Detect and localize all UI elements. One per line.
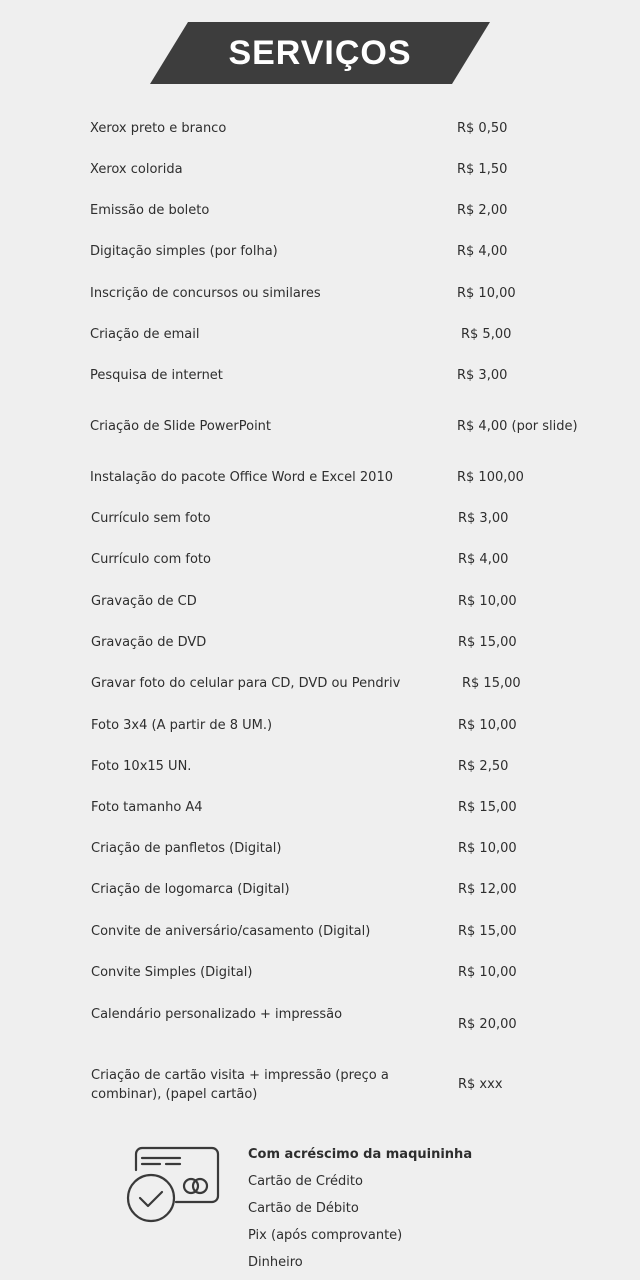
service-name: Instalação do pacote Office Word e Excel… [90, 470, 393, 485]
service-price: R$ 10,00 [458, 965, 517, 980]
service-name: Criação de cartão visita + impressão (pr… [91, 1068, 389, 1102]
service-name: Gravar foto do celular para CD, DVD ou P… [91, 676, 401, 691]
payment-method-cash: Dinheiro [248, 1255, 303, 1270]
service-price: R$ 1,50 [457, 162, 508, 177]
service-name: Criação de Slide PowerPoint [90, 419, 272, 434]
service-name: Xerox preto e branco [90, 121, 227, 136]
service-name: Emissão de boleto [90, 203, 210, 218]
service-name: Foto 3x4 (A partir de 8 UM.) [91, 718, 273, 733]
service-price: R$ 15,00 [458, 924, 517, 939]
page-title: SERVIÇOS [228, 33, 412, 72]
service-price: R$ 15,00 [458, 635, 517, 650]
service-name: Calendário personalizado + impressão [91, 1007, 343, 1022]
service-price: R$ 0,50 [457, 121, 508, 136]
service-name: Currículo sem foto [91, 511, 211, 526]
service-price: R$ 10,00 [457, 286, 516, 301]
service-name: Inscrição de concursos ou similares [90, 286, 321, 301]
service-price: R$ 3,00 [458, 511, 509, 526]
service-price: R$ 2,50 [458, 759, 509, 774]
service-price: R$ 20,00 [458, 1017, 517, 1032]
service-price: R$ 4,00 [457, 244, 508, 259]
service-price: R$ 5,00 [461, 327, 512, 342]
service-price: R$ 2,00 [457, 203, 508, 218]
service-name: Criação de logomarca (Digital) [91, 882, 290, 897]
payment-method-debit: Cartão de Débito [248, 1201, 359, 1216]
service-name: Digitação simples (por folha) [90, 244, 278, 259]
service-price: R$ 15,00 [462, 676, 521, 691]
service-price: R$ 10,00 [458, 718, 517, 733]
service-name: Convite de aniversário/casamento (Digita… [91, 924, 371, 939]
header-banner: SERVIÇOS [150, 22, 490, 84]
payment-methods: Com acréscimo da maquininha Cartão de Cr… [248, 1144, 472, 1279]
service-name: Gravação de CD [91, 594, 197, 609]
service-price: R$ 100,00 [457, 470, 524, 485]
service-price: R$ 10,00 [458, 594, 517, 609]
service-price: R$ 3,00 [457, 368, 508, 383]
service-price: R$ 15,00 [458, 800, 517, 815]
service-name: Xerox colorida [90, 162, 183, 177]
payment-method-pix: Pix (após comprovante) [248, 1228, 403, 1243]
payment-heading: Com acréscimo da maquininha [248, 1147, 473, 1162]
service-name: Currículo com foto [91, 552, 211, 567]
service-name: Pesquisa de internet [90, 368, 223, 383]
service-price: R$ 10,00 [458, 841, 517, 856]
service-name: Criação de panfletos (Digital) [91, 841, 282, 856]
card-payment-icon [126, 1146, 220, 1223]
service-name: Gravação de DVD [91, 635, 207, 650]
service-price: R$ xxx [458, 1077, 503, 1092]
service-price: R$ 4,00 (por slide) [457, 419, 578, 434]
service-name: Foto 10x15 UN. [91, 759, 192, 774]
service-name: Criação de email [90, 327, 200, 342]
service-name: Convite Simples (Digital) [91, 965, 253, 980]
payment-method-credit: Cartão de Crédito [248, 1174, 363, 1189]
service-name: Foto tamanho A4 [91, 800, 203, 815]
service-price: R$ 4,00 [458, 552, 509, 567]
service-price: R$ 12,00 [458, 882, 517, 897]
